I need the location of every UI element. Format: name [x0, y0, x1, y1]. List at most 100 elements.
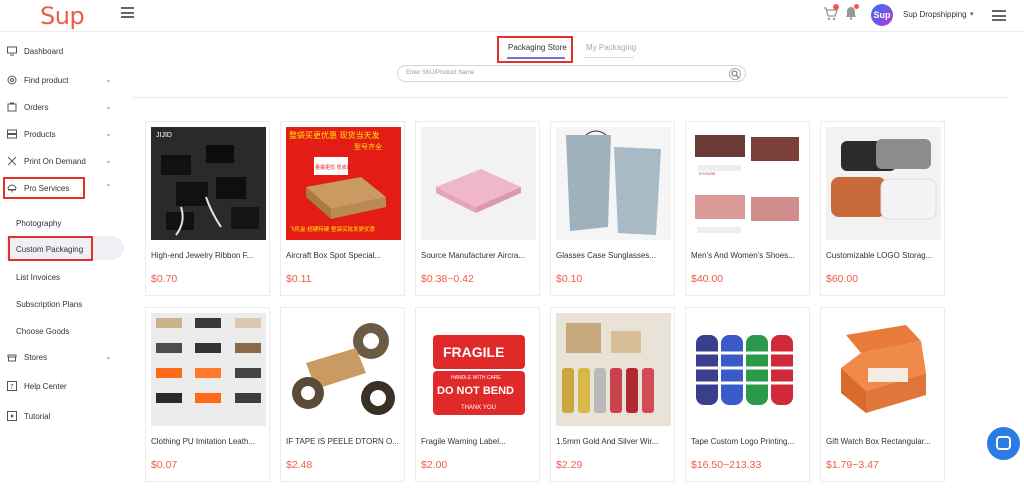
sidebar-subitem-photography[interactable]: Photography	[16, 219, 61, 228]
product-image[interactable]	[826, 127, 941, 240]
svg-text:量袋更优 惯收邮包: 量袋更优 惯收邮包	[315, 164, 357, 171]
product-price: $0.11	[286, 273, 312, 285]
product-title[interactable]: Customizable LOGO Storag...	[826, 251, 944, 260]
svg-text:FRAGILE: FRAGILE	[443, 344, 504, 360]
product-price: $2.48	[286, 459, 313, 471]
sidebar-subitem-subscription-plans[interactable]: Subscription Plans	[16, 300, 82, 309]
sidebar-item-find-product[interactable]: Find product ⌄	[0, 70, 124, 92]
product-card[interactable]: Gift Watch Box Rectangular... $1.79~3.47	[820, 307, 945, 482]
product-title[interactable]: Aircraft Box Spot Special...	[286, 251, 404, 260]
sidebar-item-products[interactable]: Products ⌄	[0, 124, 124, 146]
svg-text:飞机盒 超硬特硬 整袋买批发更优惠: 飞机盒 超硬特硬 整袋买批发更优惠	[289, 225, 375, 233]
search-placeholder: Enter SKU/Product Name	[406, 70, 475, 76]
sidebar-subitem-list-invoices[interactable]: List Invoices	[16, 273, 60, 282]
chat-icon	[996, 436, 1011, 450]
product-price: $1.79~3.47	[826, 459, 879, 471]
product-card[interactable]: 整袋买更优惠 现货当天发 型号齐全 量袋更优 惯收邮包 飞机盒 超硬特硬 整袋买…	[280, 121, 405, 296]
product-image[interactable]: 整袋买更优惠 现货当天发 型号齐全 量袋更优 惯收邮包 飞机盒 超硬特硬 整袋买…	[286, 127, 401, 240]
product-image[interactable]	[826, 313, 941, 426]
product-image[interactable]	[556, 127, 671, 240]
sidebar-subitem-choose-goods[interactable]: Choose Goods	[16, 327, 69, 336]
chevron-down-icon: ⌄	[105, 102, 112, 111]
sidebar-item-dashboard[interactable]: Dashboard	[0, 41, 124, 63]
chevron-down-icon: ⌄	[105, 75, 112, 84]
product-image[interactable]	[151, 313, 266, 426]
product-price: $0.70	[151, 273, 178, 285]
search-input[interactable]: Enter SKU/Product Name	[397, 65, 746, 82]
svg-text:EYOUSE: EYOUSE	[699, 171, 716, 176]
product-price: $2.29	[556, 459, 583, 471]
highlight-custom-packaging	[8, 236, 93, 261]
svg-text:?: ?	[10, 383, 14, 391]
product-image[interactable]	[286, 313, 401, 426]
product-card[interactable]: Glasses Case Sunglasses... $0.10	[550, 121, 675, 296]
avatar[interactable]: Sup	[871, 4, 893, 26]
product-title[interactable]: Men's And Women's Shoes...	[691, 251, 809, 260]
sidebar-item-print-on-demand[interactable]: Print On Demand ⌄	[0, 151, 124, 173]
product-card[interactable]: Clothing PU Imitation Leath... $0.07	[145, 307, 270, 482]
sidebar-item-label: Orders	[24, 103, 49, 112]
product-price: $60.00	[826, 273, 859, 285]
product-title[interactable]: Tape Custom Logo Printing...	[691, 437, 809, 446]
product-card[interactable]: Customizable LOGO Storag... $60.00	[820, 121, 945, 296]
sidebar-item-orders[interactable]: Orders ⌄	[0, 97, 124, 119]
bag-icon	[6, 102, 18, 115]
product-card[interactable]: Tape Custom Logo Printing... $16.50~213.…	[685, 307, 810, 482]
search-icon[interactable]	[729, 68, 741, 80]
chevron-down-icon: ⌄	[105, 129, 112, 138]
image-brand-text: JIJID	[156, 132, 172, 139]
sidebar-item-label: Stores	[24, 353, 48, 362]
sidebar-item-label: Dashboard	[24, 47, 64, 56]
product-card[interactable]: Source Manufacturer Aircra... $0.38~0.42	[415, 121, 540, 296]
highlight-pro-services	[3, 177, 85, 199]
tab-my-packaging[interactable]: My Packaging	[586, 43, 636, 52]
product-card[interactable]: EYOUSE Men's And Women's Shoes... $40.00	[685, 121, 810, 296]
product-title[interactable]: Source Manufacturer Aircra...	[421, 251, 539, 260]
product-title[interactable]: 1.5mm Gold And Silver Wir...	[556, 437, 674, 446]
chevron-up-icon: ⌃	[105, 183, 112, 192]
sidebar-item-help-center[interactable]: ? Help Center	[0, 376, 124, 398]
chat-button[interactable]	[987, 427, 1020, 460]
product-image[interactable]	[421, 127, 536, 240]
svg-text:HANDLE WITH CARE: HANDLE WITH CARE	[451, 375, 501, 381]
sidebar-toggle-icon[interactable]	[121, 7, 134, 18]
sidebar-item-label: Help Center	[24, 382, 67, 391]
product-title[interactable]: Glasses Case Sunglasses...	[556, 251, 674, 260]
highlight-packaging-store	[497, 36, 573, 63]
svg-text:DO NOT BEND: DO NOT BEND	[437, 385, 514, 397]
product-title[interactable]: Fragile Warning Label...	[421, 437, 539, 446]
svg-text:型号齐全: 型号齐全	[354, 142, 382, 151]
product-price: $2.00	[421, 459, 448, 471]
product-price: $0.38~0.42	[421, 273, 474, 285]
product-title[interactable]: Gift Watch Box Rectangular...	[826, 437, 944, 446]
monitor-icon	[6, 46, 18, 59]
product-title[interactable]: High-end Jewelry Ribbon F...	[151, 251, 269, 260]
svg-text:整袋买更优惠 现货当天发: 整袋买更优惠 现货当天发	[289, 130, 380, 140]
menu-icon[interactable]	[992, 10, 1006, 24]
box-icon	[6, 129, 18, 142]
sidebar-item-label: Print On Demand	[24, 157, 86, 166]
user-menu-caret[interactable]: ▾	[970, 10, 974, 18]
product-price: $16.50~213.33	[691, 459, 762, 471]
user-name[interactable]: Sup Dropshipping	[903, 10, 967, 19]
tab-underline	[584, 57, 634, 58]
sidebar-item-tutorial[interactable]: Tutorial	[0, 406, 124, 428]
product-image[interactable]: JIJID	[151, 127, 266, 240]
product-image[interactable]: EYOUSE	[691, 127, 806, 240]
sidebar-item-label: Tutorial	[24, 412, 51, 421]
product-image[interactable]: FRAGILE HANDLE WITH CARE DO NOT BEND THA…	[421, 313, 536, 426]
product-card[interactable]: IF TAPE IS PEELE DTORN O... $2.48	[280, 307, 405, 482]
product-card[interactable]: JIJID High-end Jewelry Ribbon F... $0.70	[145, 121, 270, 296]
product-title[interactable]: Clothing PU Imitation Leath...	[151, 437, 269, 446]
sidebar-item-stores[interactable]: Stores ⌄	[0, 347, 124, 369]
divider	[133, 97, 1007, 98]
product-image[interactable]	[556, 313, 671, 426]
svg-text:THANK YOU: THANK YOU	[461, 405, 496, 411]
product-image[interactable]	[691, 313, 806, 426]
product-card[interactable]: 1.5mm Gold And Silver Wir... $2.29	[550, 307, 675, 482]
logo[interactable]: Sup	[40, 2, 85, 30]
search-icon	[6, 75, 18, 88]
sidebar-item-label: Products	[24, 130, 56, 139]
product-card[interactable]: FRAGILE HANDLE WITH CARE DO NOT BEND THA…	[415, 307, 540, 482]
product-title[interactable]: IF TAPE IS PEELE DTORN O...	[286, 437, 404, 446]
